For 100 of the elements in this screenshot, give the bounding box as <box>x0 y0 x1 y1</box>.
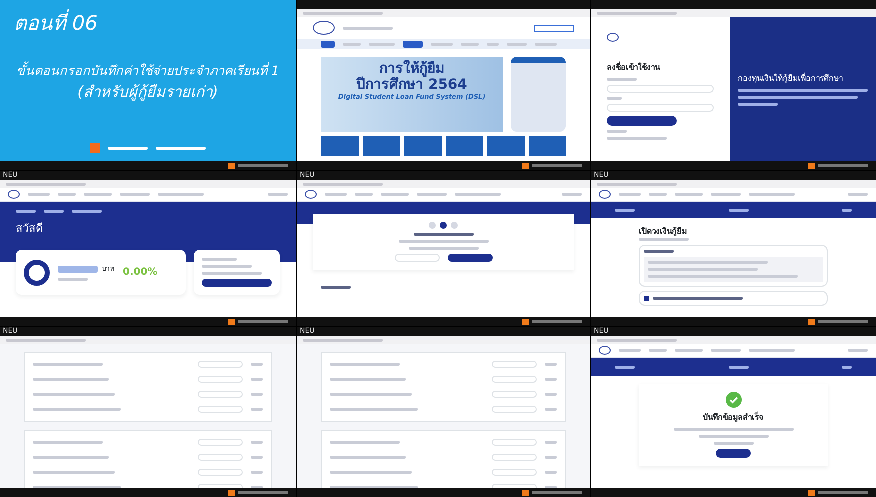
blurred-text-bar <box>545 393 557 396</box>
input-field[interactable] <box>198 469 243 476</box>
blurred-text-bar <box>84 193 112 196</box>
button[interactable] <box>202 279 272 287</box>
ring-chart-icon <box>24 260 50 286</box>
blurred-text-bar <box>251 393 263 396</box>
blurred-text-bar <box>202 258 237 261</box>
input-field[interactable] <box>492 454 537 461</box>
blurred-text-bar <box>251 378 263 381</box>
blurred-text-bar <box>615 366 635 368</box>
service-tile <box>321 136 358 156</box>
form-heading: เปิดวงเงินกู้ยืม <box>639 226 688 238</box>
blurred-text-bar <box>842 366 852 368</box>
input-field[interactable] <box>492 376 537 383</box>
blurred-text-bar <box>355 193 373 196</box>
blurred-text-bar <box>251 363 263 366</box>
blurred-text-bar <box>251 471 263 474</box>
logo-icon <box>599 346 611 355</box>
input-field[interactable] <box>492 391 537 398</box>
blurred-text-bar <box>649 349 667 352</box>
slide-heading: ขั้นตอนกรอกบันทึกค่าใช้จ่ายประจำภาคเรียนที่ 1 <box>16 62 280 80</box>
input-field[interactable] <box>492 406 537 413</box>
blurred-text-bar <box>461 42 479 46</box>
blurred-text-bar <box>535 42 557 46</box>
button[interactable] <box>716 449 751 458</box>
blurred-text-bar <box>408 247 478 250</box>
service-tile <box>446 136 483 156</box>
search-field[interactable] <box>534 24 574 32</box>
blurred-text-bar <box>728 366 748 368</box>
input-field[interactable] <box>607 104 714 112</box>
blurred-text-bar <box>202 265 252 268</box>
input-field[interactable] <box>492 439 537 446</box>
input-field[interactable] <box>607 85 714 93</box>
logo-icon <box>599 190 611 199</box>
blurred-text-bar <box>619 193 641 196</box>
blurred-text-bar <box>649 193 667 196</box>
blurred-text-bar <box>369 42 395 46</box>
blurred-text-bar <box>156 146 206 150</box>
logo-icon <box>313 21 335 35</box>
blurred-text-bar <box>414 233 474 236</box>
episode-title: ตอนที่ 06 <box>14 8 99 37</box>
check-circle-icon <box>726 392 742 408</box>
blurred-text-bar <box>607 78 637 81</box>
input-field[interactable] <box>198 454 243 461</box>
blurred-text-bar <box>545 441 557 444</box>
blurred-text-bar <box>33 441 103 444</box>
blurred-text-bar <box>251 456 263 459</box>
input-field[interactable] <box>198 391 243 398</box>
panel-title: กองทุนเงินให้กู้ยืมเพื่อการศึกษา <box>738 72 844 84</box>
button[interactable] <box>448 254 492 262</box>
blurred-text-bar <box>698 435 768 438</box>
blurred-text-bar <box>639 238 689 241</box>
blurred-text-bar <box>607 137 667 140</box>
blurred-text-bar <box>749 349 795 352</box>
blurred-text-bar <box>251 408 263 411</box>
blurred-text-bar <box>343 42 361 46</box>
blurred-text-bar <box>607 130 627 133</box>
input-field[interactable] <box>198 406 243 413</box>
blurred-text-bar <box>675 193 703 196</box>
blurred-text-bar <box>16 210 36 213</box>
login-heading: ลงชื่อเข้าใช้งาน <box>607 62 662 74</box>
blurred-text-bar <box>545 408 557 411</box>
button[interactable] <box>607 116 677 126</box>
blurred-text-bar <box>487 42 499 46</box>
blurred-text-bar <box>268 193 288 196</box>
logo-icon <box>90 143 100 153</box>
blurred-text-bar <box>848 349 868 352</box>
percent-value: 0.00% <box>123 266 158 280</box>
success-heading: บันทึกข้อมูลสำเร็จ <box>703 412 764 424</box>
blurred-text-bar <box>417 193 447 196</box>
blurred-text-bar <box>615 208 635 212</box>
input-field[interactable] <box>198 361 243 368</box>
logo-icon <box>8 190 20 199</box>
blurred-text-bar <box>343 26 393 30</box>
service-tile <box>487 136 524 156</box>
input-field[interactable] <box>492 361 537 368</box>
greeting-text: สวัสดี <box>16 221 44 237</box>
blurred-text-bar <box>545 363 557 366</box>
blurred-text-bar <box>251 441 263 444</box>
blurred-text-bar <box>675 349 703 352</box>
blurred-text-bar <box>607 97 622 100</box>
blurred-text-bar <box>108 146 148 150</box>
blurred-text-bar <box>431 42 453 46</box>
blurred-text-bar <box>72 210 102 213</box>
input-field[interactable] <box>492 469 537 476</box>
input-field[interactable] <box>198 439 243 446</box>
blurred-text-bar <box>644 250 674 253</box>
banner-year: ปีการศึกษา 2564 <box>356 77 468 93</box>
step-dot <box>429 222 436 229</box>
service-tile <box>528 136 566 156</box>
blurred-text-bar <box>321 286 351 289</box>
blurred-text-bar <box>321 40 335 48</box>
blurred-text-bar <box>158 193 204 196</box>
banner-title: การให้กู้ยืม <box>380 61 446 77</box>
blurred-text-bar <box>381 193 409 196</box>
input-field[interactable] <box>198 376 243 383</box>
blurred-text-bar <box>33 363 103 366</box>
blurred-text-bar <box>330 363 400 366</box>
blurred-text-bar <box>58 193 76 196</box>
blurred-text-bar <box>202 272 262 275</box>
